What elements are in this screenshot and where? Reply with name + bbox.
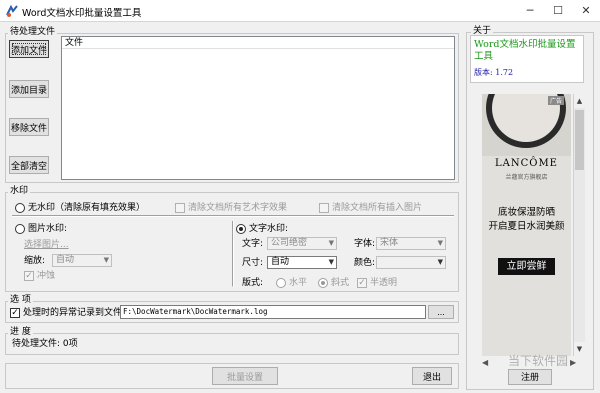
- no-watermark-radio[interactable]: [15, 203, 25, 213]
- log-errors-checkbox[interactable]: ✓: [10, 308, 20, 318]
- watermark-label: 水印: [8, 186, 31, 197]
- chevron-down-icon: ▼: [437, 239, 443, 247]
- scale-label: 缩放:: [24, 256, 46, 266]
- washout-checkbox[interactable]: ✓: [24, 271, 34, 281]
- clear-images-label: 清除文档所有插入图片: [332, 203, 423, 213]
- progress-status: 待处理文件: 0项: [12, 339, 78, 349]
- ad-tag: 广告: [548, 96, 565, 105]
- size-label: 尺寸:: [242, 258, 264, 268]
- ad-line-1: 底妆保湿防晒: [497, 207, 555, 218]
- image-watermark-label: 图片水印:: [28, 224, 68, 234]
- exit-button[interactable]: 退出: [412, 367, 452, 385]
- file-column-header[interactable]: 文件: [65, 38, 83, 49]
- choose-image-link[interactable]: 选择图片...: [24, 240, 69, 251]
- text-watermark-radio[interactable]: [236, 224, 246, 234]
- chevron-down-icon: ▼: [328, 258, 334, 266]
- advertisement[interactable]: 广告 LANCÔME 兰蔻官方旗舰店 底妆保湿防晒 开启夏日水润美颜 立即尝鲜: [482, 94, 571, 356]
- chevron-right-icon[interactable]: ▶: [570, 358, 576, 367]
- scroll-down-icon[interactable]: ▼: [574, 342, 585, 356]
- size-select-value: 自动: [271, 257, 290, 267]
- no-watermark-label: 无水印（清除原有填充效果）: [28, 203, 146, 213]
- file-list[interactable]: 文件: [61, 36, 455, 180]
- ad-scrollbar[interactable]: ▲ ▼: [573, 94, 585, 356]
- clear-art-label: 清除文档所有艺术字效果: [188, 203, 288, 213]
- maximize-button[interactable]: ☐: [544, 0, 572, 22]
- window-title: Word文档水印批量设置工具: [22, 8, 142, 19]
- title-bar: Word文档水印批量设置工具 ─ ☐ ✕: [0, 0, 600, 22]
- minimize-button[interactable]: ─: [516, 0, 544, 22]
- color-label: 颜色:: [354, 258, 376, 268]
- text-watermark-label: 文字水印:: [249, 224, 289, 234]
- progress-label: 进 度: [8, 327, 33, 338]
- watermark-vertical-divider: [232, 221, 234, 287]
- app-icon: [6, 4, 18, 17]
- scale-select-value: 自动: [56, 255, 75, 265]
- file-list-header: 文件: [62, 37, 454, 49]
- size-select[interactable]: 自动 ▼: [267, 256, 337, 269]
- layout-diagonal-label: 斜式: [331, 278, 350, 288]
- layout-horizontal-radio[interactable]: [276, 278, 286, 288]
- text-field-label: 文字:: [242, 239, 264, 249]
- font-select-value: 宋体: [380, 238, 399, 248]
- chevron-down-icon: ▼: [437, 258, 443, 266]
- site-watermark: 当下软件园: [508, 354, 569, 368]
- layout-diagonal-radio[interactable]: [318, 278, 328, 288]
- semi-transparent-checkbox[interactable]: ✓: [357, 278, 367, 288]
- clear-images-checkbox[interactable]: [319, 203, 329, 213]
- image-watermark-radio[interactable]: [15, 224, 25, 234]
- about-version: 版本: 1.72: [474, 68, 514, 77]
- options-label: 选 项: [8, 295, 33, 306]
- log-errors-label: 处理时的异常记录到文件:: [23, 308, 126, 318]
- add-file-button[interactable]: 添加文件: [9, 40, 49, 58]
- font-select[interactable]: 宋体 ▼: [376, 237, 446, 250]
- ad-line-2: 开启夏日水润美颜: [488, 221, 565, 232]
- chevron-down-icon: ▼: [103, 256, 109, 264]
- scale-select[interactable]: 自动 ▼: [52, 254, 112, 267]
- ad-brand: LANCÔME: [494, 158, 558, 169]
- close-button[interactable]: ✕: [572, 0, 600, 22]
- ad-cta-button[interactable]: 立即尝鲜: [498, 258, 555, 275]
- register-button[interactable]: 注册: [508, 369, 552, 385]
- scroll-up-icon[interactable]: ▲: [574, 94, 585, 108]
- about-app-name: Word文档水印批量设置工具: [474, 39, 576, 62]
- add-directory-button[interactable]: 添加目录: [9, 80, 49, 98]
- scroll-thumb[interactable]: [575, 110, 584, 170]
- text-select[interactable]: 公司绝密 ▼: [267, 237, 337, 250]
- watermark-divider: [12, 215, 454, 217]
- remove-file-button[interactable]: 移除文件: [9, 118, 49, 136]
- washout-label: 冲蚀: [37, 271, 56, 281]
- color-select[interactable]: ▼: [376, 256, 446, 269]
- semi-transparent-label: 半透明: [370, 278, 398, 288]
- log-path-input[interactable]: F:\DocWatermark\DocWatermark.log: [120, 305, 426, 319]
- ad-brand-sub: 兰蔻官方旗舰店: [505, 174, 548, 181]
- font-label: 字体:: [354, 239, 376, 249]
- about-info: Word文档水印批量设置工具 版本: 1.72: [470, 35, 584, 83]
- layout-horizontal-label: 水平: [289, 278, 308, 288]
- clear-art-checkbox[interactable]: [175, 203, 185, 213]
- chevron-left-icon[interactable]: ◀: [482, 358, 488, 367]
- chevron-down-icon: ▼: [328, 239, 334, 247]
- text-select-value: 公司绝密: [271, 238, 308, 248]
- browse-button[interactable]: ...: [428, 305, 454, 319]
- pending-files-label: 待处理文件: [8, 27, 58, 38]
- batch-apply-button[interactable]: 批量设置: [212, 367, 278, 385]
- layout-label: 版式:: [242, 278, 264, 288]
- clear-all-button[interactable]: 全部清空: [9, 156, 49, 174]
